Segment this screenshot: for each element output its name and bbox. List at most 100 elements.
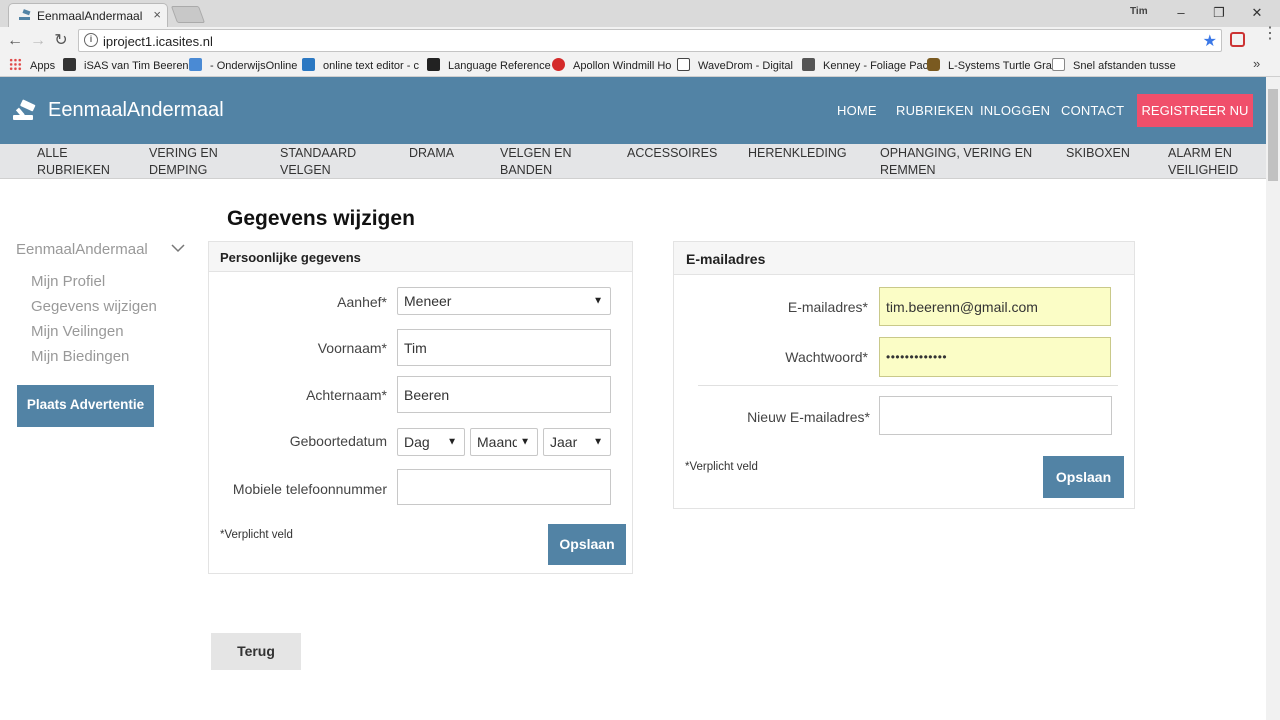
category-skiboxen[interactable]: SKIBOXEN	[1066, 145, 1146, 162]
aanhef-select[interactable]: Meneer ▼	[397, 287, 611, 315]
chevron-down-icon[interactable]	[171, 241, 185, 255]
category-bar: ALLE RUBRIEKEN VERING EN DEMPING STANDAA…	[0, 144, 1266, 179]
site-logo[interactable]: EenmaalAndermaal	[48, 99, 224, 122]
category-alle-rubrieken[interactable]: ALLE RUBRIEKEN	[37, 145, 127, 179]
back-button[interactable]: Terug	[211, 633, 301, 670]
gavel-logo-icon	[13, 99, 36, 120]
voornaam-value: Tim	[404, 339, 427, 356]
minimize-icon[interactable]: –	[1166, 3, 1196, 23]
bookmark-online-text-editor[interactable]: online text editor - c	[302, 58, 419, 72]
save-personal-button[interactable]: Opslaan	[548, 524, 626, 565]
dag-select[interactable]: Dag ▼	[397, 428, 465, 456]
password-label: Wachtwoord*	[785, 349, 868, 365]
tab-close-icon[interactable]: ×	[153, 7, 161, 22]
sidebar-item-mijn-profiel[interactable]: Mijn Profiel	[31, 273, 105, 290]
info-icon[interactable]: i	[84, 33, 98, 47]
url-text: iproject1.icasites.nl	[103, 34, 213, 49]
category-velgen-en-banden[interactable]: VELGEN EN BANDEN	[500, 145, 595, 179]
close-window-icon[interactable]: ✕	[1242, 3, 1272, 23]
select-arrow-icon: ▼	[447, 436, 457, 448]
category-vering-en-demping[interactable]: VERING EN DEMPING	[149, 145, 244, 179]
new-tab-button[interactable]	[170, 6, 206, 23]
nav-rubrieken[interactable]: RUBRIEKEN	[896, 103, 974, 118]
voornaam-input[interactable]: Tim	[397, 329, 611, 366]
bookmark-snel-afstanden[interactable]: Snel afstanden tusse	[1052, 58, 1176, 72]
l-systems-icon	[927, 58, 940, 71]
category-accessoires[interactable]: ACCESSOIRES	[627, 145, 727, 162]
sidebar-item-mijn-veilingen[interactable]: Mijn Veilingen	[31, 323, 124, 340]
browser-chrome: EenmaalAndermaal × Tim – ❐ ✕ ← → ↻ i ipr…	[0, 0, 1280, 77]
editor-icon	[302, 58, 315, 71]
isas-icon	[63, 58, 76, 71]
bookmark-onderwijsonline[interactable]: - OnderwijsOnline	[189, 58, 297, 72]
category-alarm-en-veiligheid[interactable]: ALARM EN VEILIGHEID	[1168, 145, 1258, 179]
personal-details-heading: Persoonlijke gegevens	[209, 242, 632, 272]
forward-arrow-icon[interactable]: →	[28, 31, 48, 51]
personal-details-panel: Persoonlijke gegevens Aanhef* Meneer ▼ V…	[208, 241, 633, 574]
email-value: tim.beerenn@gmail.com	[886, 298, 1038, 315]
select-arrow-icon: ▼	[593, 295, 603, 307]
bookmark-language-reference[interactable]: Language Reference	[427, 58, 551, 72]
password-input[interactable]: •••••••••••••	[879, 337, 1111, 377]
email-heading: E-mailadres	[674, 242, 1134, 275]
sidebar-title[interactable]: EenmaalAndermaal	[16, 241, 148, 258]
language-reference-icon	[427, 58, 440, 71]
jaar-select[interactable]: Jaar ▼	[543, 428, 611, 456]
aanhef-value: Meneer	[404, 293, 452, 309]
site-header: EenmaalAndermaal HOME RUBRIEKEN INLOGGEN…	[0, 77, 1266, 144]
extension-icon[interactable]	[1230, 32, 1245, 47]
category-herenkleding[interactable]: HERENKLEDING	[748, 145, 858, 162]
sidebar-item-gegevens-wijzigen[interactable]: Gegevens wijzigen	[31, 298, 157, 315]
restore-icon[interactable]: ❐	[1204, 3, 1234, 23]
geboortedatum-label: Geboortedatum	[289, 433, 387, 449]
maand-value: Maand	[477, 434, 517, 450]
nav-home[interactable]: HOME	[837, 103, 877, 118]
email-input[interactable]: tim.beerenn@gmail.com	[879, 287, 1111, 326]
form-divider	[698, 385, 1118, 386]
voornaam-label: Voornaam*	[317, 340, 387, 356]
bookmark-isas[interactable]: iSAS van Tim Beeren	[63, 58, 189, 72]
onderwijsonline-icon	[189, 58, 202, 71]
bookmark-l-systems[interactable]: L-Systems Turtle Gra	[927, 58, 1052, 72]
category-ophanging[interactable]: OPHANGING, VERING EN REMMEN	[880, 145, 1040, 179]
browser-toolbar: ← → ↻ i iproject1.icasites.nl ★ ⋮	[0, 26, 1280, 54]
required-note: *Verplicht veld	[685, 461, 758, 473]
achternaam-input[interactable]: Beeren	[397, 376, 611, 413]
page-icon	[1052, 58, 1065, 71]
address-bar[interactable]: i iproject1.icasites.nl ★	[78, 29, 1222, 52]
bookmark-kenney[interactable]: Kenney - Foliage Pac	[802, 58, 928, 72]
sidebar-item-mijn-biedingen[interactable]: Mijn Biedingen	[31, 348, 129, 365]
dag-value: Dag	[404, 434, 430, 450]
required-note: *Verplicht veld	[220, 529, 293, 541]
category-drama[interactable]: DRAMA	[409, 145, 479, 162]
scrollbar-thumb[interactable]	[1268, 89, 1278, 181]
email-panel: E-mailadres E-mailadres* tim.beerenn@gma…	[673, 241, 1135, 509]
plaats-advertentie-button[interactable]: Plaats Advertentie	[17, 385, 154, 427]
category-standaard-velgen[interactable]: STANDAARD VELGEN	[280, 145, 380, 179]
email-label: E-mailadres*	[787, 299, 868, 315]
page-title: Gegevens wijzigen	[227, 207, 415, 230]
page-scrollbar[interactable]	[1266, 77, 1280, 720]
bookmark-wavedrom[interactable]: WaveDrom - Digital	[677, 58, 793, 72]
back-arrow-icon[interactable]: ←	[5, 31, 25, 51]
kenney-icon	[802, 58, 815, 71]
register-button[interactable]: REGISTREER NU	[1137, 94, 1253, 127]
bookmark-apps[interactable]: Apps	[9, 58, 55, 72]
new-email-label: Nieuw E-mailadres*	[747, 409, 870, 425]
save-email-button[interactable]: Opslaan	[1043, 456, 1124, 498]
profile-button[interactable]: Tim	[1130, 6, 1148, 17]
new-email-input[interactable]	[879, 396, 1112, 435]
nav-contact[interactable]: CONTACT	[1061, 103, 1124, 118]
mobiel-input[interactable]	[397, 469, 611, 505]
bookmarks-overflow-icon[interactable]: »	[1253, 56, 1260, 71]
browser-tab[interactable]: EenmaalAndermaal ×	[8, 3, 168, 27]
bookmark-star-icon[interactable]: ★	[1203, 31, 1217, 51]
bookmark-apollon[interactable]: Apollon Windmill Ho	[552, 58, 671, 72]
password-value: •••••••••••••	[886, 350, 948, 364]
browser-menu-icon[interactable]: ⋮	[1262, 26, 1278, 42]
nav-inloggen[interactable]: INLOGGEN	[980, 103, 1050, 118]
achternaam-label: Achternaam*	[306, 387, 387, 403]
reload-icon[interactable]: ↻	[51, 31, 71, 51]
maand-select[interactable]: Maand ▼	[470, 428, 538, 456]
tab-title: EenmaalAndermaal	[37, 9, 143, 23]
